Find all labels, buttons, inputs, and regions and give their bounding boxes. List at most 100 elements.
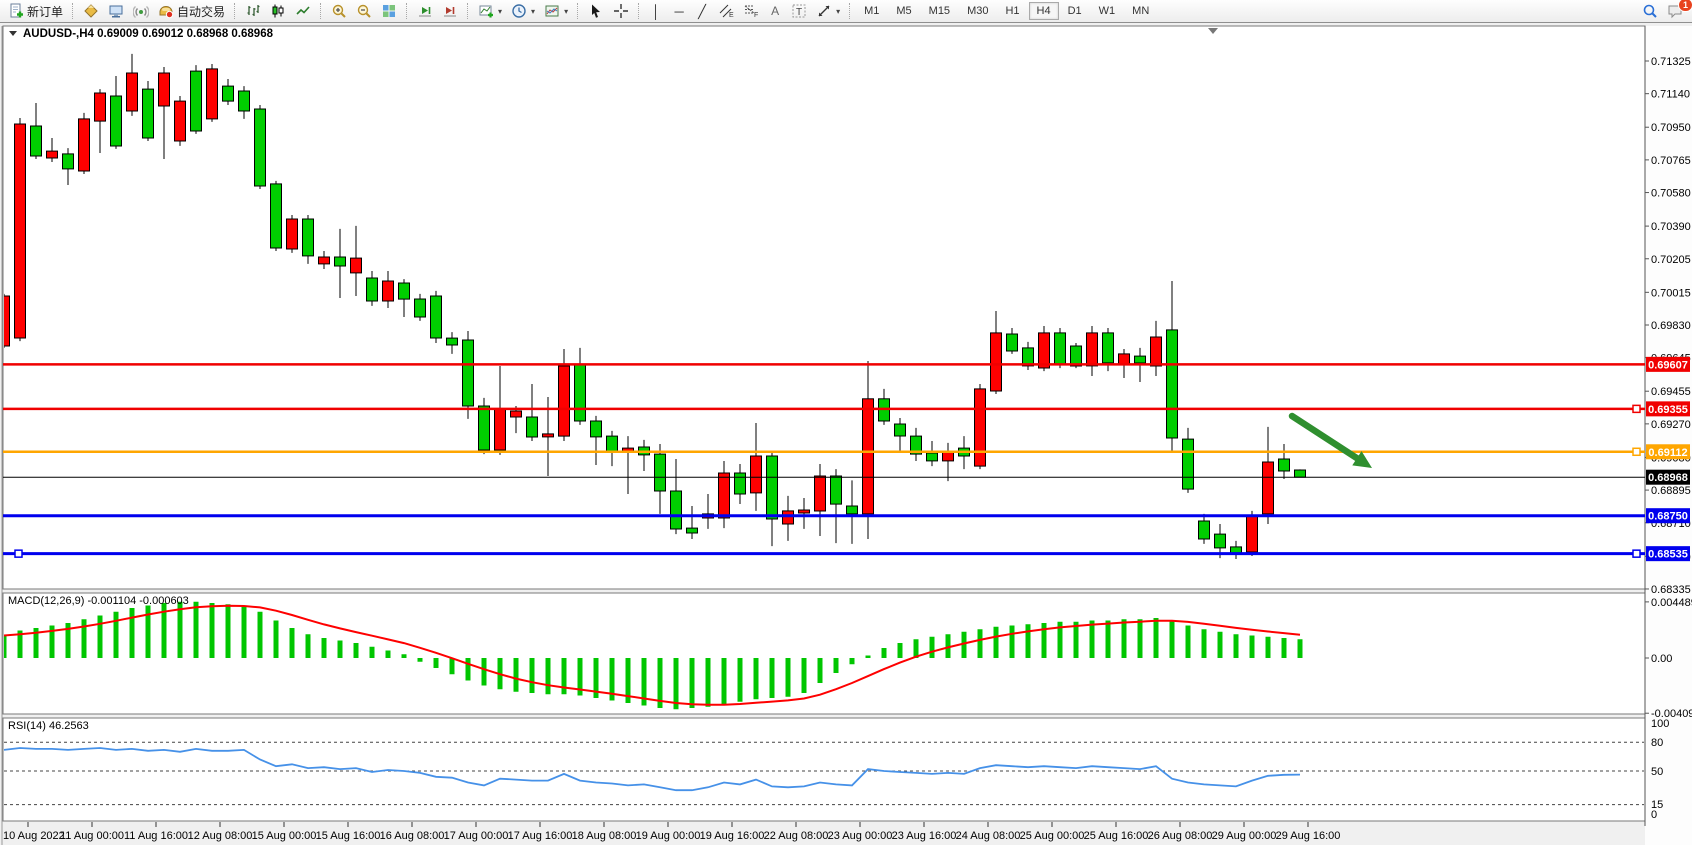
channel-tool-button[interactable]: E (714, 1, 738, 21)
text-tool-button[interactable]: A (764, 1, 786, 21)
templates-button[interactable]: ▾ (540, 1, 572, 21)
macd-bar (98, 616, 103, 659)
macd-pane[interactable] (3, 593, 1645, 714)
autotrade-icon (158, 3, 174, 19)
timeframe-mn[interactable]: MN (1124, 2, 1157, 20)
macd-bar (210, 603, 215, 658)
line-handle[interactable] (15, 550, 22, 557)
trendline-tool-button[interactable]: ╱ (691, 1, 713, 21)
macd-bar (818, 658, 823, 683)
price-axis-label: 0.71325 (1651, 56, 1691, 68)
macd-bar (290, 628, 295, 658)
candle-body (1039, 333, 1050, 368)
crosshair-tool-button[interactable] (609, 1, 633, 21)
timeframe-d1[interactable]: D1 (1060, 2, 1090, 20)
bar-chart-mode-button[interactable] (241, 1, 265, 21)
zoom-in-icon (331, 3, 347, 19)
line-handle[interactable] (1633, 550, 1640, 557)
trendline-icon: ╱ (698, 5, 706, 18)
timeframe-m1[interactable]: M1 (856, 2, 887, 20)
time-axis-label: 19 Aug 00:00 (636, 830, 701, 842)
timeframe-w1[interactable]: W1 (1091, 2, 1124, 20)
macd-bar (706, 658, 711, 707)
macd-label: MACD(12,26,9) -0.001104 -0.000603 (8, 595, 189, 607)
periods-clock-icon (511, 3, 527, 19)
candle-body (815, 476, 826, 511)
macd-bar (226, 604, 231, 658)
macd-bar (1138, 619, 1143, 658)
zoom-in-button[interactable] (327, 1, 351, 21)
rsi-pane[interactable] (3, 718, 1645, 821)
price-line-badge-label: 0.68968 (1648, 472, 1688, 484)
cursor-tool-button[interactable] (584, 1, 608, 21)
periods-button[interactable]: ▾ (507, 1, 539, 21)
candle-body (1087, 333, 1098, 366)
macd-bar (82, 619, 87, 658)
candle-body (799, 510, 810, 513)
timeframe-h4[interactable]: H4 (1029, 2, 1059, 20)
diamond-icon (83, 3, 99, 19)
macd-bar (402, 654, 407, 658)
auto-scroll-icon (417, 3, 433, 19)
dropdown-caret: ▾ (498, 7, 502, 16)
search-button[interactable] (1638, 1, 1662, 21)
time-axis-label: 29 Aug 16:00 (1276, 830, 1341, 842)
indicators-button[interactable]: ▾ (474, 1, 506, 21)
market-watch-button[interactable] (79, 1, 103, 21)
line-chart-mode-button[interactable] (291, 1, 315, 21)
fibonacci-tool-button[interactable]: F (739, 1, 763, 21)
candle-body (479, 406, 490, 450)
time-axis-label: 11 Aug 16:00 (124, 830, 188, 842)
cursor-icon (588, 3, 604, 19)
chart-title: AUDUSD-,H4 0.69009 0.69012 0.68968 0.689… (23, 28, 274, 40)
line-handle[interactable] (1633, 448, 1640, 455)
candle-body (31, 126, 42, 156)
macd-bar (1074, 622, 1079, 658)
notifications-button[interactable]: 1 (1663, 1, 1688, 21)
tile-windows-icon (381, 3, 397, 19)
chart-shift-icon (442, 3, 458, 19)
timeframe-m15[interactable]: M15 (921, 2, 958, 20)
price-axis-label: 0.71140 (1651, 89, 1690, 101)
candle-body (271, 184, 282, 248)
price-axis-label: 0.70390 (1651, 221, 1691, 233)
time-axis-label: 22 Aug 08:00 (764, 830, 829, 842)
horizontal-line-tool-button[interactable]: ─ (668, 1, 690, 21)
new-order-button[interactable]: 新订单 (4, 1, 67, 21)
tile-windows-button[interactable] (377, 1, 401, 21)
macd-bar (994, 627, 999, 658)
macd-bar (882, 648, 887, 658)
line-handle[interactable] (1633, 405, 1640, 412)
candle-body (719, 473, 730, 518)
zoom-out-button[interactable] (352, 1, 376, 21)
price-axis-label: 0.70950 (1651, 122, 1691, 134)
auto-scroll-button[interactable] (413, 1, 437, 21)
data-window-button[interactable] (104, 1, 128, 21)
candle-body (591, 421, 602, 437)
dropdown-caret: ▾ (531, 7, 535, 16)
candle-body (367, 278, 378, 301)
macd-bar (450, 658, 455, 674)
candle-body (1055, 333, 1066, 364)
macd-bar (674, 658, 679, 709)
time-axis-label: 10 Aug 2022 (3, 830, 65, 842)
vertical-line-tool-button[interactable]: │ (645, 1, 667, 21)
rsi-axis-label: 100 (1651, 718, 1669, 730)
candle-body (783, 511, 794, 524)
toolbar-separator (577, 3, 579, 19)
price-chart-canvas[interactable]: 0.713250.711400.709500.707650.705800.703… (0, 23, 1692, 845)
time-axis-label: 11 Aug 00:00 (60, 830, 124, 842)
text-label-icon: T (791, 3, 807, 19)
candle-body (463, 340, 474, 406)
timeframe-m30[interactable]: M30 (959, 2, 996, 20)
arrows-tool-button[interactable]: ▾ (812, 1, 844, 21)
candlestick-mode-button[interactable] (266, 1, 290, 21)
chart-shift-button[interactable] (438, 1, 462, 21)
candle-body (975, 389, 986, 466)
signals-button[interactable] (129, 1, 153, 21)
text-label-tool-button[interactable]: T (787, 1, 811, 21)
timeframe-m5[interactable]: M5 (888, 2, 919, 20)
timeframe-h1[interactable]: H1 (997, 2, 1027, 20)
auto-trading-button[interactable]: 自动交易 (154, 1, 229, 21)
time-axis-label: 23 Aug 00:00 (828, 830, 893, 842)
